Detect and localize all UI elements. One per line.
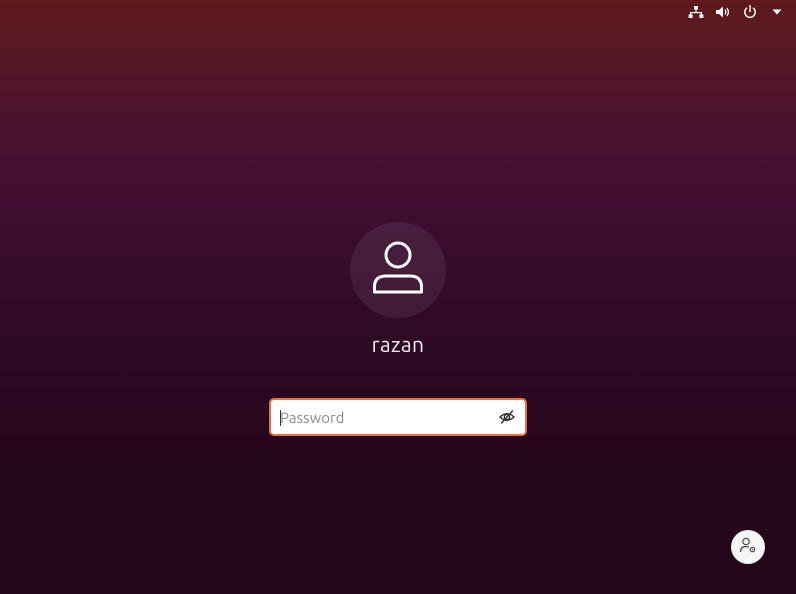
power-icon[interactable] — [741, 3, 759, 21]
text-caret — [280, 410, 281, 426]
network-wired-icon[interactable] — [687, 3, 705, 21]
caret-down-icon[interactable] — [768, 3, 786, 21]
password-field[interactable] — [269, 398, 527, 436]
username-label: razan — [371, 332, 425, 356]
user-avatar — [350, 222, 446, 318]
system-status-area[interactable] — [678, 0, 796, 24]
password-input[interactable] — [280, 400, 490, 434]
session-options-button[interactable] — [731, 530, 765, 564]
eye-slash-icon[interactable] — [498, 409, 516, 425]
volume-icon[interactable] — [714, 3, 732, 21]
user-settings-icon — [739, 536, 757, 558]
user-icon — [372, 240, 424, 300]
